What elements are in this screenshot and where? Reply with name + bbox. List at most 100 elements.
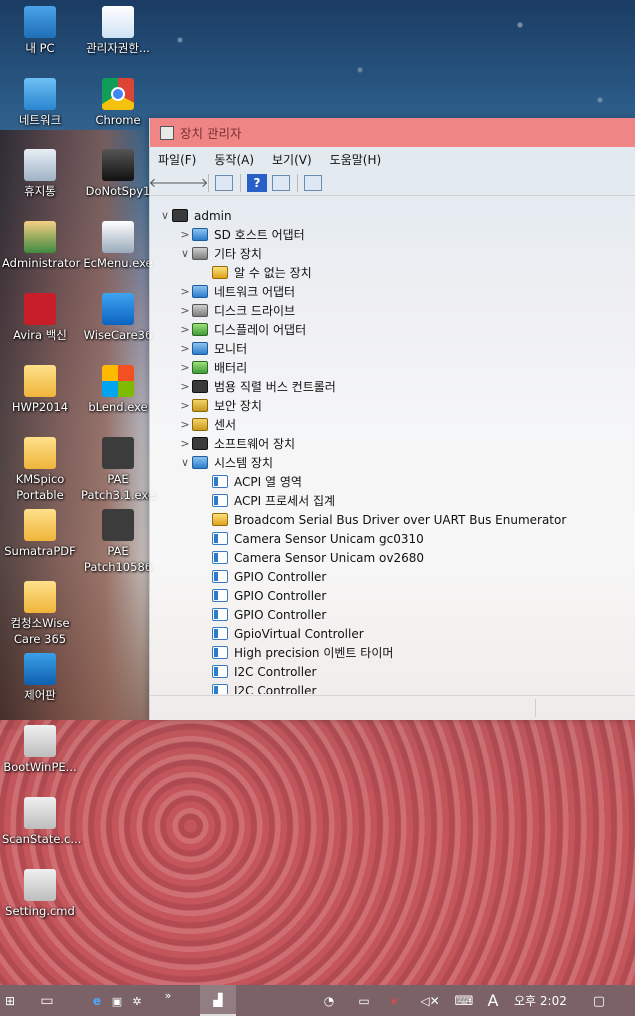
- desktop-icon[interactable]: 휴지통: [2, 149, 78, 199]
- desktop-icon[interactable]: Chrome: [80, 78, 156, 128]
- tree-item[interactable]: Broadcom Serial Bus Driver over UART Bus…: [198, 510, 566, 529]
- collapse-chevron-icon[interactable]: ∨: [158, 209, 172, 222]
- desktop-icon[interactable]: SumatraPDF: [2, 509, 78, 559]
- desktop-icon[interactable]: 네트워크: [2, 78, 78, 128]
- cmd-script-icon: [24, 797, 56, 829]
- volume-muted-icon[interactable]: ◁✕: [420, 991, 440, 1011]
- forward-arrow-icon[interactable]: 🡒: [174, 174, 209, 192]
- menu-action[interactable]: 동작(A): [214, 151, 254, 168]
- battery-tray-icon[interactable]: ▭: [355, 991, 373, 1011]
- expand-chevron-icon[interactable]: >: [178, 228, 192, 241]
- expand-chevron-icon[interactable]: >: [178, 399, 192, 412]
- help-icon[interactable]: ?: [247, 174, 267, 192]
- expand-chevron-icon[interactable]: >: [178, 418, 192, 431]
- expand-chevron-icon[interactable]: >: [178, 437, 192, 450]
- device-manager-taskbar-button[interactable]: ▟: [200, 985, 236, 1016]
- window-titlebar[interactable]: 장치 관리자: [150, 118, 635, 147]
- tree-item[interactable]: 알 수 없는 장치: [198, 263, 312, 282]
- tree-item[interactable]: > 범용 직렬 버스 컨트롤러: [178, 377, 336, 396]
- tree-item[interactable]: > SD 호스트 어댑터: [178, 225, 305, 244]
- desktop-icon[interactable]: ScanState.c...: [2, 797, 81, 847]
- menu-file[interactable]: 파일(F): [158, 151, 196, 168]
- desktop-icon[interactable]: Avira 백신: [2, 293, 78, 343]
- tree-item[interactable]: > 배터리: [178, 358, 247, 377]
- tree-item[interactable]: High precision 이벤트 타이머: [198, 643, 393, 662]
- desktop-icon[interactable]: DoNotSpy1: [80, 149, 156, 199]
- show-hide-console-tree-icon[interactable]: [215, 175, 233, 191]
- tree-item[interactable]: GPIO Controller: [198, 605, 326, 624]
- tree-item[interactable]: ∨ admin: [158, 206, 232, 225]
- more-icon[interactable]: »: [160, 987, 176, 1003]
- ime-indicator[interactable]: A: [484, 989, 502, 1011]
- task-view-icon[interactable]: ▭: [36, 991, 58, 1011]
- settings-icon[interactable]: ✲: [128, 991, 146, 1011]
- desktop-icon[interactable]: WiseCare36: [80, 293, 156, 343]
- tree-item[interactable]: > 디스크 드라이브: [178, 301, 295, 320]
- tree-item[interactable]: > 모니터: [178, 339, 247, 358]
- menu-view[interactable]: 보기(V): [272, 151, 312, 168]
- desktop-icon[interactable]: bLend.exe: [80, 365, 156, 415]
- desktop-icon[interactable]: 제어판: [2, 653, 78, 703]
- collapse-chevron-icon[interactable]: ∨: [178, 247, 192, 260]
- desktop-icon[interactable]: KMSpico Portable: [2, 437, 78, 503]
- network-error-icon[interactable]: ✕: [388, 993, 400, 1011]
- desktop-icon[interactable]: 컴청소Wise Care 365: [2, 581, 78, 647]
- tree-item[interactable]: ∨ 시스템 장치: [178, 453, 273, 472]
- tree-item[interactable]: GPIO Controller: [198, 567, 326, 586]
- expand-chevron-icon[interactable]: >: [178, 380, 192, 393]
- tree-item[interactable]: > 네트워크 어댑터: [178, 282, 295, 301]
- scan-hardware-icon[interactable]: [304, 175, 322, 191]
- collapse-chevron-icon[interactable]: ∨: [178, 456, 192, 469]
- desktop-icon[interactable]: Setting.cmd: [2, 869, 78, 919]
- tree-item[interactable]: Camera Sensor Unicam ov2680: [198, 548, 424, 567]
- explorer-icon[interactable]: ▣: [108, 991, 126, 1011]
- menu-help[interactable]: 도움말(H): [330, 151, 382, 168]
- desktop-icon[interactable]: HWP2014: [2, 365, 78, 415]
- desktop-icon-label: WiseCare36: [83, 328, 153, 342]
- tree-item[interactable]: > 센서: [178, 415, 236, 434]
- clock[interactable]: 오후 2:02: [514, 992, 567, 1009]
- tree-item[interactable]: > 소프트웨어 장치: [178, 434, 295, 453]
- security-device-icon: [192, 399, 208, 412]
- device-icon: [212, 475, 228, 488]
- network-icon: [24, 78, 56, 110]
- desktop-icon[interactable]: 관리자권한...: [80, 6, 156, 56]
- expand-chevron-icon[interactable]: >: [178, 304, 192, 317]
- desktop-icon[interactable]: BootWinPE...: [2, 725, 78, 775]
- expand-chevron-icon[interactable]: >: [178, 323, 192, 336]
- wallpaper-ground: [0, 720, 635, 985]
- tree-item[interactable]: ACPI 열 영역: [198, 472, 302, 491]
- properties-icon[interactable]: [272, 175, 290, 191]
- keyboard-icon[interactable]: ⌨: [452, 991, 476, 1011]
- tree-item-label: GPIO Controller: [234, 607, 327, 622]
- tree-item[interactable]: ∨ 기타 장치: [178, 244, 262, 263]
- expand-chevron-icon[interactable]: >: [178, 342, 192, 355]
- tree-item[interactable]: I2C Controller: [198, 681, 316, 694]
- desktop-icon[interactable]: 내 PC: [2, 6, 78, 56]
- tree-item[interactable]: GPIO Controller: [198, 586, 326, 605]
- device-icon: [212, 589, 228, 602]
- tree-item-label: 기타 장치: [214, 247, 262, 261]
- expand-chevron-icon[interactable]: >: [178, 361, 192, 374]
- tree-item-label: I2C Controller: [234, 664, 317, 679]
- tree-item[interactable]: ACPI 프로세서 집계: [198, 491, 335, 510]
- tree-item[interactable]: > 보안 장치: [178, 396, 262, 415]
- windows-logo-tray-icon[interactable]: ◔: [320, 991, 338, 1011]
- desktop-icon[interactable]: PAE Patch3.1.exe: [80, 437, 156, 503]
- device-icon: [212, 494, 228, 507]
- tree-item[interactable]: Camera Sensor Unicam gc0310: [198, 529, 424, 548]
- start-windows-icon[interactable]: ⊞: [0, 989, 20, 1013]
- internet-explorer-icon[interactable]: e: [88, 991, 106, 1011]
- device-manager-window[interactable]: 장치 관리자 파일(F) 동작(A) 보기(V) 도움말(H) 🡐 🡒 ? ∨ a…: [149, 118, 635, 720]
- toolbar-divider: [208, 174, 209, 192]
- expand-chevron-icon[interactable]: >: [178, 285, 192, 298]
- desktop-icon[interactable]: Administrator: [2, 221, 80, 271]
- avira-icon: [24, 293, 56, 325]
- tree-item[interactable]: GpioVirtual Controller: [198, 624, 364, 643]
- action-center-icon[interactable]: ▢: [588, 990, 610, 1012]
- device-tree[interactable]: ∨ admin > SD 호스트 어댑터 ∨ 기타 장치알 수 없는 장치 > 네트워크 어댑…: [150, 206, 635, 694]
- desktop-icon[interactable]: PAE Patch10586: [80, 509, 156, 575]
- tree-item[interactable]: I2C Controller: [198, 662, 316, 681]
- desktop-icon[interactable]: EcMenu.exe: [80, 221, 156, 271]
- tree-item[interactable]: > 디스플레이 어댑터: [178, 320, 306, 339]
